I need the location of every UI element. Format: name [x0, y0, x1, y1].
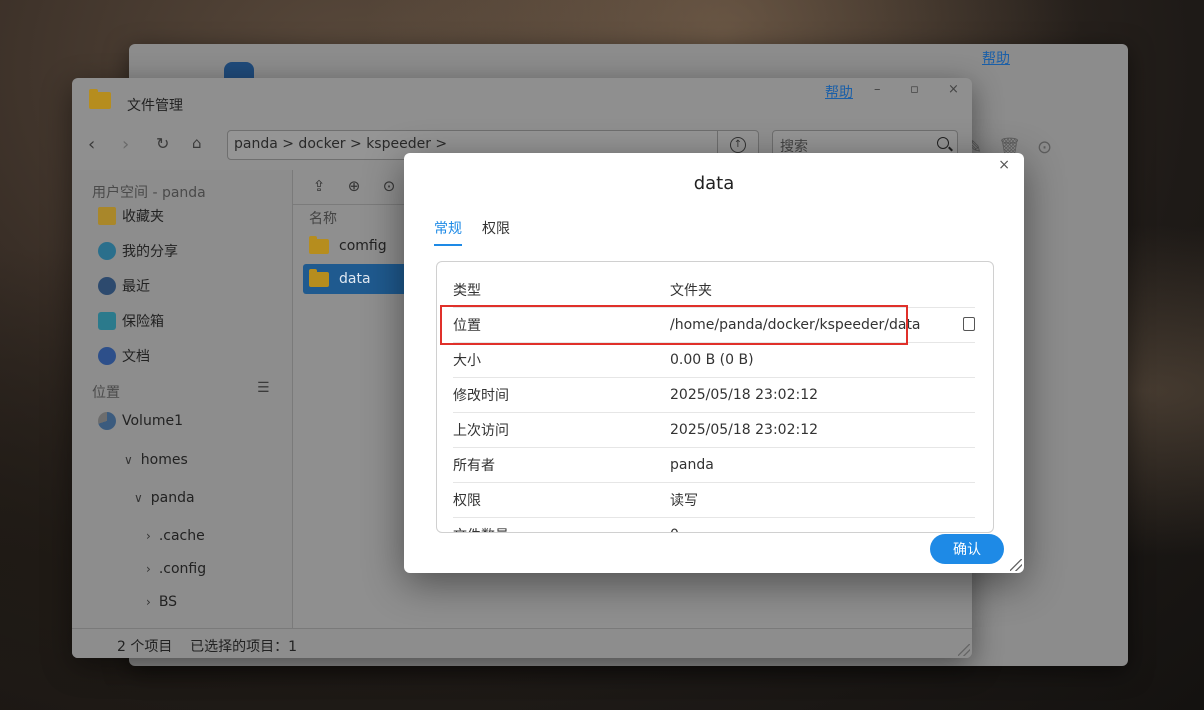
sidebar-item-favorites[interactable]: 收藏夹	[98, 206, 164, 226]
properties-table: 类型 文件夹 位置 /home/panda/docker/kspeeder/da…	[436, 261, 994, 533]
background-help-link[interactable]: 帮助	[982, 48, 1010, 68]
tree-item-label: Volume1	[122, 413, 183, 429]
cube-icon	[98, 312, 116, 330]
sidebar: 用户空间 - panda 收藏夹 我的分享 最近 保险箱 文档 位置 ☰ Vol…	[72, 170, 293, 628]
property-value: 0.00 B (0 B)	[670, 351, 754, 368]
sidebar-item-documents[interactable]: 文档	[98, 346, 150, 366]
folder-icon	[309, 235, 329, 254]
property-value: /home/panda/docker/kspeeder/data	[670, 316, 921, 333]
forward-arrow-icon[interactable]: ›	[122, 134, 129, 155]
file-name: data	[339, 271, 371, 287]
property-row-modified: 修改时间 2025/05/18 23:02:12	[453, 377, 975, 413]
properties-dialog: × data 常规 权限 类型 文件夹 位置 /home/panda/docke…	[404, 153, 1024, 573]
property-value: 文件夹	[670, 282, 712, 299]
property-key: 上次访问	[453, 422, 509, 439]
folder-app-icon	[89, 89, 111, 109]
tree-item-bs[interactable]: › BS	[146, 594, 177, 610]
property-value: 2025/05/18 23:02:12	[670, 386, 819, 403]
property-value: 0	[670, 527, 679, 533]
tree-item-volume1[interactable]: Volume1	[98, 412, 183, 430]
location-heading: 位置	[92, 385, 120, 401]
sidebar-item-label: 最近	[122, 279, 150, 295]
window-title: 文件管理	[127, 98, 183, 114]
sidebar-item-label: 文档	[122, 349, 150, 365]
sidebar-item-my-shares[interactable]: 我的分享	[98, 241, 178, 261]
tab-general[interactable]: 常规	[434, 218, 462, 246]
tree-item-label: .config	[158, 561, 207, 577]
property-key: 大小	[453, 352, 481, 369]
property-row-file-count: 文件数量 0	[453, 517, 975, 533]
upload-icon[interactable]: ⇪	[311, 178, 327, 194]
sidebar-item-label: 保险箱	[122, 314, 164, 330]
property-key: 所有者	[453, 457, 495, 474]
tree-item-panda[interactable]: ∨ panda	[134, 490, 195, 506]
file-name: comfig	[339, 238, 387, 254]
tree-item-label: homes	[140, 452, 188, 468]
clock-icon	[98, 277, 116, 295]
dialog-close-icon[interactable]: ×	[998, 157, 1010, 173]
list-view-icon[interactable]: ☰	[257, 380, 270, 396]
property-row-size: 大小 0.00 B (0 B)	[453, 342, 975, 378]
property-row-location: 位置 /home/panda/docker/kspeeder/data	[453, 307, 975, 343]
search-icon[interactable]	[937, 137, 949, 149]
folder-icon	[309, 268, 329, 287]
disk-icon	[98, 412, 116, 430]
breadcrumb-path: panda > docker > kspeeder >	[234, 136, 448, 152]
arrow-up-circle-icon: ↑	[730, 137, 746, 153]
property-row-permission: 权限 读写	[453, 482, 975, 518]
more-icon[interactable]: ⊙	[1037, 137, 1052, 158]
copy-icon[interactable]	[959, 313, 975, 331]
share-icon	[98, 242, 116, 260]
dialog-resize-handle[interactable]	[1010, 559, 1022, 571]
tree-item-cache[interactable]: › .cache	[146, 528, 205, 544]
sidebar-item-vault[interactable]: 保险箱	[98, 311, 164, 331]
star-icon	[98, 207, 116, 225]
home-icon[interactable]: ⌂	[192, 134, 202, 152]
chevron-down-icon[interactable]: ∨	[134, 491, 143, 505]
property-key: 权限	[453, 492, 481, 509]
maximize-button[interactable]: ▫	[910, 82, 919, 97]
minimize-button[interactable]: –	[874, 82, 881, 97]
property-row-owner: 所有者 panda	[453, 447, 975, 483]
add-icon[interactable]: ⊕	[346, 178, 362, 194]
property-key: 位置	[453, 317, 481, 334]
chevron-down-icon[interactable]: ∨	[124, 453, 133, 467]
more-icon[interactable]: ⊙	[381, 178, 397, 194]
chevron-right-icon[interactable]: ›	[146, 595, 151, 609]
dialog-title: data	[693, 173, 735, 194]
property-key: 类型	[453, 282, 481, 299]
sidebar-item-recent[interactable]: 最近	[98, 276, 150, 296]
tree-item-homes[interactable]: ∨ homes	[124, 452, 188, 468]
close-button[interactable]: ×	[948, 82, 959, 97]
sidebar-item-label: 我的分享	[122, 244, 178, 260]
tree-item-config[interactable]: › .config	[146, 561, 206, 577]
help-link[interactable]: 帮助	[825, 82, 853, 102]
window-resize-handle[interactable]	[958, 644, 970, 656]
column-header-name[interactable]: 名称	[309, 208, 337, 228]
property-value: panda	[670, 456, 714, 473]
refresh-icon[interactable]: ↻	[156, 134, 169, 153]
back-arrow-icon[interactable]: ‹	[88, 134, 95, 155]
property-value: 2025/05/18 23:02:12	[670, 421, 819, 438]
document-icon	[98, 347, 116, 365]
status-text: 2 个项目 已选择的项目：1	[117, 639, 298, 655]
sidebar-item-label: 收藏夹	[122, 209, 164, 225]
property-row-type: 类型 文件夹	[453, 272, 975, 308]
status-bar: 2 个项目 已选择的项目：1	[72, 628, 972, 658]
property-key: 修改时间	[453, 387, 509, 404]
chevron-right-icon[interactable]: ›	[146, 562, 151, 576]
chevron-right-icon[interactable]: ›	[146, 529, 151, 543]
user-space-heading: 用户空间 - panda	[92, 185, 206, 201]
tab-permissions[interactable]: 权限	[482, 218, 510, 244]
tree-item-label: .cache	[158, 528, 205, 544]
property-value: 读写	[670, 492, 698, 509]
tree-item-label: panda	[150, 490, 195, 506]
property-key: 文件数量	[453, 525, 670, 533]
confirm-button[interactable]: 确认	[930, 534, 1004, 564]
tree-item-label: BS	[158, 594, 178, 610]
property-row-accessed: 上次访问 2025/05/18 23:02:12	[453, 412, 975, 448]
